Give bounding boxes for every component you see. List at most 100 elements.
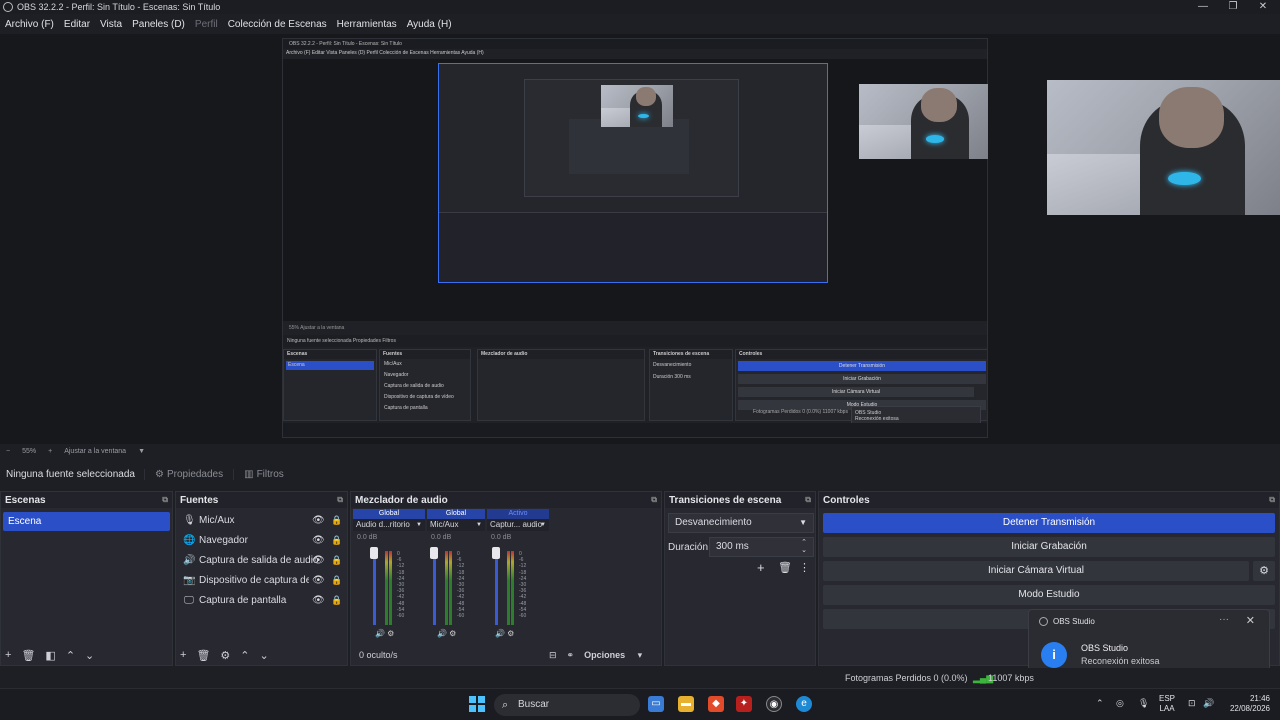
menu-archivo[interactable]: Archivo (F)	[0, 19, 59, 30]
volume-knob[interactable]	[370, 547, 378, 559]
dock-float-icon[interactable]: ⧉	[805, 495, 811, 505]
sources-header: Fuentes ⧉	[176, 492, 347, 508]
language-indicator[interactable]: ESP LAA	[1159, 694, 1175, 714]
source-item-mic[interactable]: 🎙 Mic/Aux 👁 🔒	[176, 510, 347, 530]
options-button[interactable]: Opciones ▾	[584, 650, 642, 661]
zoom-dropdown-icon[interactable]: ▼	[132, 448, 151, 455]
chevron-up-icon[interactable]: ⌃	[1096, 698, 1104, 709]
source-item-video-device[interactable]: 📷 Dispositivo de captura de vídeo 👁 🔒	[176, 570, 347, 590]
start-recording-button[interactable]: Iniciar Grabación	[823, 537, 1275, 557]
stop-stream-button[interactable]: Detener Transmisión	[823, 513, 1275, 533]
mute-controls[interactable]: 🔊 ⚙	[437, 629, 456, 638]
level-meter	[449, 551, 452, 625]
mute-controls[interactable]: 🔊 ⚙	[495, 629, 514, 638]
link-icon[interactable]: ⚭	[567, 650, 575, 661]
more-options-icon[interactable]: ⋮	[799, 561, 810, 574]
more-options-icon[interactable]: ···	[1219, 614, 1229, 625]
gear-icon[interactable]: ⚙	[220, 649, 230, 662]
menu-paneles[interactable]: Paneles (D)	[127, 19, 190, 30]
volume-slider[interactable]	[433, 551, 436, 625]
dock-float-icon[interactable]: ⧉	[337, 495, 343, 505]
menu-ayuda[interactable]: Ayuda (H)	[402, 19, 457, 30]
close-icon[interactable]: ✕	[1246, 614, 1255, 627]
fit-to-window[interactable]: Ajustar a la ventana	[58, 448, 132, 455]
scene-item[interactable]: Escena	[3, 512, 170, 531]
source-item-screen[interactable]: 🖵 Captura de pantalla 👁 🔒	[176, 590, 347, 610]
task-view-icon[interactable]: ▭	[648, 696, 664, 712]
scene-filter-icon[interactable]: ◧	[45, 649, 55, 662]
gear-icon[interactable]: ⚙	[1253, 561, 1275, 581]
brave-browser-icon[interactable]: ◆	[708, 696, 724, 712]
channel-name[interactable]: Audio d...ritorio ▼	[353, 519, 425, 531]
move-down-icon[interactable]: ⌄	[85, 649, 94, 662]
properties-button[interactable]: ⚙ Propiedades	[144, 468, 233, 480]
edge-browser-icon[interactable]: e	[796, 696, 812, 712]
add-source-icon[interactable]: +	[180, 649, 186, 661]
menu-perfil[interactable]: Perfil	[190, 19, 223, 30]
layout-icon[interactable]: ⊟	[549, 650, 557, 661]
dock-float-icon[interactable]: ⧉	[162, 495, 168, 505]
eye-icon[interactable]: 👁	[312, 555, 325, 566]
channel-name[interactable]: Captur... audio ▼	[487, 519, 549, 531]
trash-icon[interactable]: 🗑	[196, 649, 210, 662]
eye-icon[interactable]: 👁	[312, 535, 325, 546]
notification-toast[interactable]: OBS Studio ··· ✕ i OBS Studio Reconexión…	[1028, 609, 1270, 677]
zoom-out-button[interactable]: −	[0, 448, 16, 455]
transitions-header: Transiciones de escena ⧉	[665, 492, 815, 508]
minimize-button[interactable]: —	[1188, 0, 1218, 14]
add-transition-icon[interactable]: +	[757, 560, 765, 575]
source-item-audio-output[interactable]: 🔊 Captura de salida de audio 👁 🔒	[176, 550, 347, 570]
volume-knob[interactable]	[492, 547, 500, 559]
virtual-camera-button[interactable]: Iniciar Cámara Virtual	[823, 561, 1249, 581]
mute-controls[interactable]: 🔊 ⚙	[375, 629, 394, 638]
menu-editar[interactable]: Editar	[59, 19, 95, 30]
lock-icon[interactable]: 🔒	[331, 515, 342, 526]
preview-canvas[interactable]: OBS 32.2.2 - Perfil: Sin Título - Escena…	[0, 34, 1280, 444]
menu-herramientas[interactable]: Herramientas	[332, 19, 402, 30]
volume-slider[interactable]	[373, 551, 376, 625]
taskbar-search[interactable]: ⌕ Buscar	[494, 694, 640, 716]
volume-slider[interactable]	[495, 551, 498, 625]
tray-app-icon[interactable]: ◎	[1116, 698, 1124, 709]
lock-icon[interactable]: 🔒	[331, 535, 342, 546]
move-down-icon[interactable]: ⌄	[260, 649, 269, 662]
lock-icon[interactable]: 🔒	[331, 595, 342, 606]
zoom-in-button[interactable]: +	[42, 448, 58, 455]
eye-icon[interactable]: 👁	[312, 595, 325, 606]
close-window-button[interactable]: ✕	[1248, 0, 1278, 14]
volume-knob[interactable]	[430, 547, 438, 559]
eye-icon[interactable]: 👁	[312, 515, 325, 526]
duration-spinbox[interactable]: 300 ms ⌃ ⌄	[709, 537, 814, 557]
dock-float-icon[interactable]: ⧉	[1269, 495, 1275, 505]
windows-start-icon[interactable]	[469, 696, 485, 712]
maximize-button[interactable]: ❐	[1218, 0, 1248, 14]
source-item-browser[interactable]: 🌐 Navegador 👁 🔒	[176, 530, 347, 550]
microphone-icon[interactable]: 🎙	[1138, 698, 1149, 709]
lock-icon[interactable]: 🔒	[331, 575, 342, 586]
dock-float-icon[interactable]: ⧉	[651, 495, 657, 505]
menu-vista[interactable]: Vista	[95, 19, 127, 30]
file-explorer-icon[interactable]: ▬	[678, 696, 694, 712]
trash-icon[interactable]: 🗑	[778, 561, 792, 574]
network-icon[interactable]: ⊡	[1188, 698, 1196, 709]
menu-coleccion-escenas[interactable]: Colección de Escenas	[223, 19, 332, 30]
transition-select[interactable]: Desvanecimiento ▼	[668, 513, 814, 533]
studio-mode-button[interactable]: Modo Estudio	[823, 585, 1275, 605]
volume-icon[interactable]: 🔊	[1203, 698, 1214, 709]
system-clock[interactable]: 21:46 22/08/2026	[1218, 694, 1270, 714]
trash-icon[interactable]: 🗑	[21, 649, 35, 662]
add-scene-icon[interactable]: +	[5, 649, 11, 661]
filters-button[interactable]: ▥ Filtros	[233, 468, 294, 480]
nested-scenes-panel: Escenas Escena	[283, 349, 377, 421]
move-up-icon[interactable]: ⌃	[66, 649, 75, 662]
eye-icon[interactable]: 👁	[312, 575, 325, 586]
obs-taskbar-icon[interactable]: ◉	[766, 696, 782, 712]
toast-app-name: OBS Studio	[1053, 616, 1095, 626]
nested-transitions-panel: Transiciones de escena Desvanecimiento D…	[649, 349, 733, 421]
game-icon[interactable]: ✦	[736, 696, 752, 712]
move-up-icon[interactable]: ⌃	[240, 649, 249, 662]
title-bar: OBS 32.2.2 - Perfil: Sin Título - Escena…	[0, 0, 1280, 14]
lock-icon[interactable]: 🔒	[331, 555, 342, 566]
channel-name[interactable]: Mic/Aux ▼	[427, 519, 485, 531]
mixer-channel-desktop: Global Audio d...ritorio ▼ 0.0 dB 0 -6 -12-…	[353, 509, 425, 638]
